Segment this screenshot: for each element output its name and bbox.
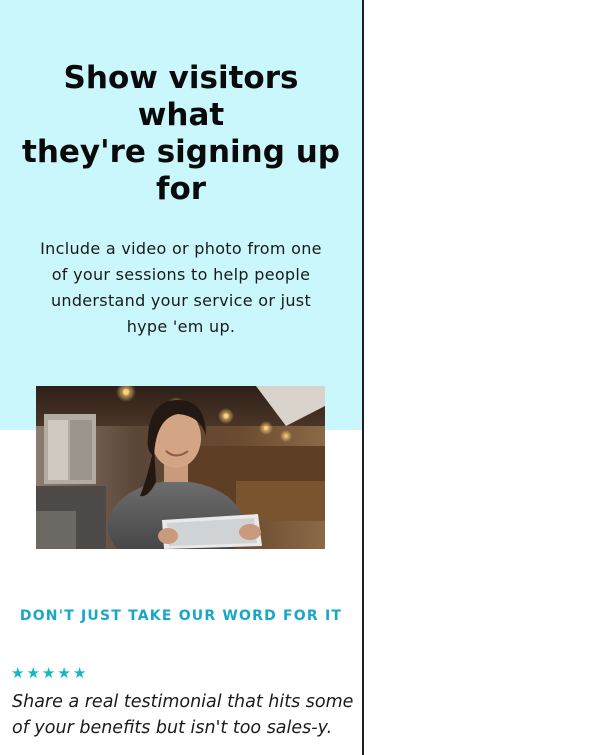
hero-description: Include a video or photo from one of you… <box>28 236 334 340</box>
star-icon: ★ <box>11 664 25 682</box>
hero-title-line: for <box>155 171 207 207</box>
hero-title: Show visitors what they're signing up fo… <box>0 60 362 208</box>
star-icon: ★ <box>57 664 71 682</box>
testimonials-eyebrow: DON'T JUST TAKE OUR WORD FOR IT <box>19 608 343 624</box>
hero-title-line: they're signing up <box>22 134 340 170</box>
content-column: Show visitors what they're signing up fo… <box>0 0 362 755</box>
star-icon: ★ <box>26 664 40 682</box>
page: Show visitors what they're signing up fo… <box>0 0 593 755</box>
hero-photo <box>36 386 325 549</box>
hero-description-line: understand your service or just <box>50 291 312 310</box>
star-icon: ★ <box>41 664 56 682</box>
hero-description-line: hype 'em up. <box>126 317 236 336</box>
star-icon: ★ <box>72 664 87 682</box>
testimonial-quote-line: of your benefits but isn't too sales-y. <box>12 718 333 738</box>
testimonial-quote-line: Share a real testimonial that hits some <box>12 692 354 712</box>
column-divider <box>362 0 364 755</box>
testimonial-quote: Share a real testimonial that hits some … <box>12 689 357 741</box>
hero-description-line: Include a video or photo from one <box>40 239 322 258</box>
rating-stars: ★ ★ ★ ★ ★ <box>11 664 86 682</box>
hero-title-line: Show visitors <box>63 60 299 96</box>
hero-title-line: what <box>137 97 225 133</box>
hero-description-line: of your sessions to help people <box>51 265 311 284</box>
woman-using-tablet-photo <box>36 386 325 549</box>
